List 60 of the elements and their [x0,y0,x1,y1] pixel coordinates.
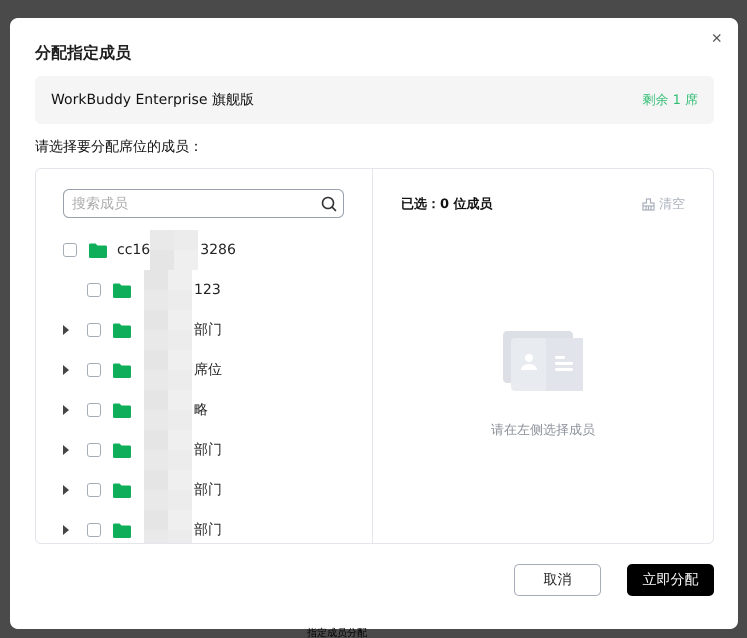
checkbox[interactable] [87,323,101,337]
tree-row[interactable]: 部门 [63,510,344,543]
checkbox[interactable] [87,363,101,377]
tree-row[interactable]: 部门 [63,430,344,470]
selected-count: 已选：0 位成员 [401,196,493,213]
caret-icon[interactable] [63,445,69,455]
tree-item-label[interactable]: 部门 [194,321,222,339]
search-field[interactable]: 搜索成员 [63,189,344,218]
plan-name: WorkBuddy Enterprise 旗舰版 [51,91,254,109]
tree-item-label[interactable]: 123 [194,282,221,298]
tree-item-label[interactable]: 席位 [194,361,222,379]
caret-icon[interactable] [63,405,69,415]
tree-row[interactable]: 部门 [63,310,344,350]
redaction-mosaic [144,350,192,390]
tree-item-label[interactable]: 部门 [194,481,222,499]
caret-icon[interactable] [63,485,69,495]
checkbox[interactable] [87,443,101,457]
instruction-text: 请选择要分配席位的成员： [35,138,204,157]
caret-icon[interactable] [63,325,69,335]
checkbox[interactable] [87,283,101,297]
tree-item-label[interactable]: 部门 [194,521,222,539]
broom-icon [642,198,655,210]
redaction-mosaic [150,230,198,270]
tree-item-label[interactable]: 3286 [200,242,236,258]
folder-icon [113,482,131,498]
checkbox[interactable] [87,403,101,417]
cancel-button[interactable]: 取消 [514,564,601,596]
checkbox[interactable] [63,243,77,257]
caret-icon[interactable] [63,365,69,375]
redaction-mosaic [144,430,192,470]
caret-icon[interactable] [63,525,69,535]
tree-row[interactable]: 略 [63,390,344,430]
checkbox[interactable] [87,483,101,497]
tree-item-label[interactable]: cc16 [117,242,150,258]
redaction-mosaic [144,390,192,430]
folder-icon [89,242,107,258]
redaction-mosaic [144,270,192,310]
close-button[interactable]: × [707,26,726,51]
tree-row[interactable]: 部门 [63,470,344,510]
tree-row[interactable]: 123 [63,270,344,310]
assign-button[interactable]: 立即分配 [627,564,714,596]
folder-icon [113,442,131,458]
contact-card-icon [503,331,583,391]
redaction-mosaic [144,310,192,350]
tree-row[interactable]: cc16 3286 [63,230,344,270]
tree-item-label[interactable]: 部门 [194,441,222,459]
search-icon[interactable] [321,196,337,212]
tree-row[interactable]: 席位 [63,350,344,390]
folder-icon [113,282,131,298]
redaction-mosaic [144,470,192,510]
remaining-seats: 剩余 1 席 [642,91,698,109]
empty-hint: 请在左侧选择成员 [491,422,595,439]
folder-icon [113,362,131,378]
checkbox[interactable] [87,523,101,537]
folder-icon [113,322,131,338]
dialog-title: 分配指定成员 [35,42,132,64]
page-heading: 指定成员分配 [307,629,367,638]
folder-icon [113,522,131,538]
folder-icon [113,402,131,418]
tree-item-label[interactable]: 略 [194,401,208,419]
